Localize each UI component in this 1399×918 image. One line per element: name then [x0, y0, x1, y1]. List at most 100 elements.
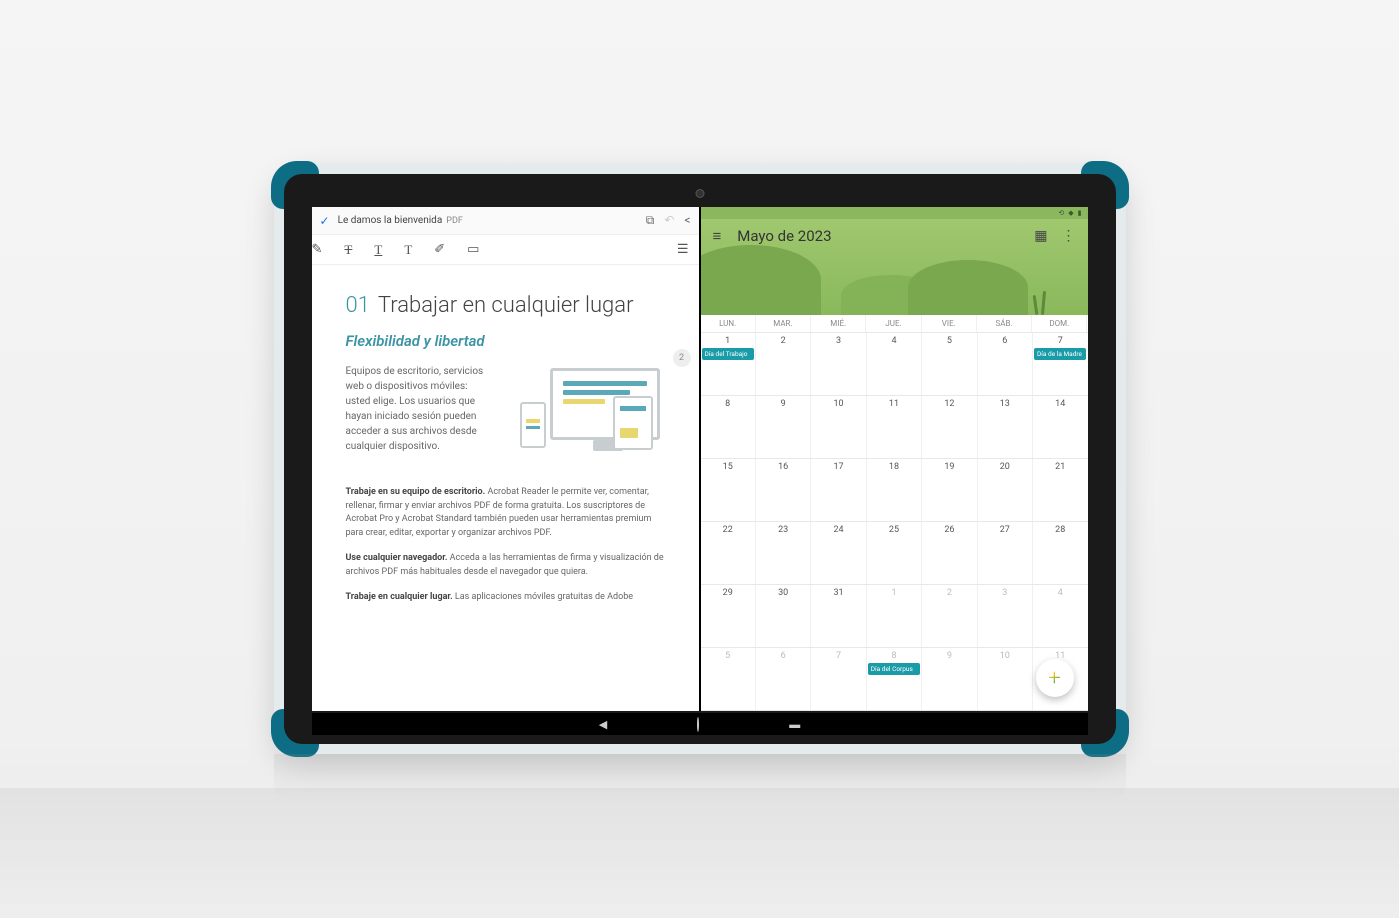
calendar-week: 2223242526 27 28: [701, 522, 1088, 585]
calendar-cell[interactable]: 3: [811, 333, 866, 395]
plus-icon: +: [1048, 666, 1060, 691]
day-header: MAR.: [756, 315, 811, 332]
calendar-date: 27: [981, 525, 1029, 535]
calendar-cell[interactable]: 13: [978, 396, 1033, 458]
calendar-cell[interactable]: 22: [701, 522, 756, 584]
calendar-cell[interactable]: 8 Día del Corpus: [867, 648, 922, 710]
calendar-cell[interactable]: 6: [756, 648, 811, 710]
check-icon[interactable]: ✓: [320, 214, 330, 228]
doc-para-2: Use cualquier navegador. Acceda a las he…: [346, 552, 665, 579]
calendar-cell[interactable]: 7Día de la Madre: [1033, 333, 1087, 395]
calendar-cell[interactable]: 4: [1033, 585, 1087, 647]
list-icon[interactable]: ☰: [677, 242, 689, 257]
day-header: DOM.: [1032, 315, 1087, 332]
underline-icon[interactable]: T: [374, 242, 382, 258]
calendar-cell[interactable]: 1: [867, 585, 922, 647]
undo-icon[interactable]: ↶: [664, 213, 674, 228]
calendar-date: 8: [870, 651, 918, 661]
day-header: VIE.: [922, 315, 977, 332]
calendar-date: 13: [981, 399, 1029, 409]
calendar-cell[interactable]: 2: [756, 333, 811, 395]
calendar-title[interactable]: Mayo de 2023: [737, 227, 831, 245]
back-button[interactable]: ◀: [599, 718, 607, 731]
calendar-cell[interactable]: 11: [867, 396, 922, 458]
calendar-cell[interactable]: 1 Día del Trabajo: [701, 333, 756, 395]
calendar-cell[interactable]: 15: [701, 459, 756, 521]
pdf-app: ✓ Le damos la bienvenida PDF ⧉ ↶ < ✎ T T…: [312, 207, 701, 711]
calendar-week: 1 Día del Trabajo 234567Día de la Madre: [701, 333, 1088, 396]
doc-intro-text: Equipos de escritorio, servicios web o d…: [346, 364, 486, 474]
calendar-event[interactable]: Día de la Madre: [1034, 348, 1086, 360]
calendar-cell[interactable]: 10: [811, 396, 866, 458]
calendar-cell[interactable]: 5: [701, 648, 756, 710]
calendar-date: 30: [759, 588, 807, 598]
day-header: SÁB.: [977, 315, 1032, 332]
add-event-button[interactable]: +: [1036, 659, 1074, 697]
calendar-event[interactable]: Día del Trabajo: [702, 348, 754, 360]
calendar-cell[interactable]: 6: [978, 333, 1033, 395]
calendar-cell[interactable]: 21: [1033, 459, 1087, 521]
strikethrough-icon[interactable]: T: [344, 242, 352, 258]
calendar-date: 17: [814, 462, 862, 472]
calendar-cell[interactable]: 29: [701, 585, 756, 647]
calendar-date: 26: [925, 525, 973, 535]
wifi-icon: ◆: [1068, 209, 1073, 217]
calendar-cell[interactable]: 19: [922, 459, 977, 521]
overflow-icon[interactable]: ⋮: [1062, 228, 1076, 244]
calendar-date: 6: [759, 651, 807, 661]
calendar-cell[interactable]: 16: [756, 459, 811, 521]
calendar-date: 1: [704, 336, 752, 346]
calendar-cell[interactable]: 9: [922, 648, 977, 710]
home-button[interactable]: [697, 718, 699, 731]
pdf-title: Le damos la bienvenida: [338, 215, 443, 226]
calendar-cell[interactable]: 5: [922, 333, 977, 395]
calendar-cell[interactable]: 18: [867, 459, 922, 521]
calendar-cell[interactable]: 4: [867, 333, 922, 395]
calendar-cell[interactable]: 28: [1033, 522, 1087, 584]
comment-icon[interactable]: ▭: [467, 242, 479, 257]
calendar-cell[interactable]: 10: [978, 648, 1033, 710]
calendar-grid: LUN.MAR.MIÉ.JUE.VIE.SÁB.DOM. 1Día del Tr…: [701, 315, 1088, 711]
calendar-cell[interactable]: 3: [978, 585, 1033, 647]
menu-icon[interactable]: ≡: [713, 227, 722, 245]
calendar-cell[interactable]: 26: [922, 522, 977, 584]
pdf-format-label: PDF: [446, 216, 463, 226]
highlighter-icon[interactable]: ✎: [312, 242, 323, 257]
calendar-cell[interactable]: 24: [811, 522, 866, 584]
calendar-date: 2: [759, 336, 807, 346]
page-badge: 2: [673, 349, 691, 367]
today-icon[interactable]: ▦: [1034, 228, 1047, 244]
battery-icon: ▮: [1078, 209, 1082, 217]
calendar-cell[interactable]: 25: [867, 522, 922, 584]
recents-button[interactable]: ▬: [789, 718, 800, 731]
calendar-cell[interactable]: 23: [756, 522, 811, 584]
day-header: JUE.: [866, 315, 921, 332]
text-tool-icon[interactable]: T: [404, 242, 412, 258]
calendar-event[interactable]: Día del Corpus: [868, 663, 920, 675]
calendar-cell[interactable]: 20: [978, 459, 1033, 521]
calendar-cell[interactable]: 2: [922, 585, 977, 647]
sync-icon: ⟲: [1058, 209, 1064, 217]
doc-para-1: Trabaje en su equipo de escritorio. Acro…: [346, 486, 665, 540]
calendar-date: 5: [925, 336, 973, 346]
calendar-cell[interactable]: 30: [756, 585, 811, 647]
share-icon[interactable]: <: [684, 213, 690, 228]
devices-illustration: [500, 364, 665, 474]
calendar-cell[interactable]: 31: [811, 585, 866, 647]
calendar-date: 28: [1036, 525, 1084, 535]
calendar-cell[interactable]: 9: [756, 396, 811, 458]
draw-icon[interactable]: ✐: [434, 242, 445, 257]
pdf-document[interactable]: 2 01 Trabajar en cualquier lugar Flexibi…: [312, 265, 699, 711]
calendar-cell[interactable]: 27: [978, 522, 1033, 584]
calendar-cell[interactable]: 14: [1033, 396, 1087, 458]
pdf-header: ✓ Le damos la bienvenida PDF ⧉ ↶ <: [312, 207, 699, 235]
day-header: LUN.: [701, 315, 756, 332]
search-doc-icon[interactable]: ⧉: [646, 213, 655, 228]
calendar-cell[interactable]: 17: [811, 459, 866, 521]
calendar-cell[interactable]: 7: [811, 648, 866, 710]
calendar-date: 12: [925, 399, 973, 409]
calendar-date: 10: [814, 399, 862, 409]
calendar-date: 9: [925, 651, 973, 661]
calendar-cell[interactable]: 12: [922, 396, 977, 458]
calendar-cell[interactable]: 8: [701, 396, 756, 458]
